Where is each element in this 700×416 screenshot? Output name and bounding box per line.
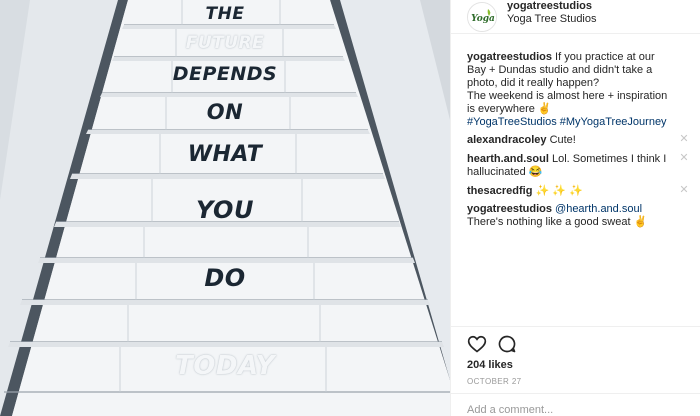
stair-text-the: THE bbox=[205, 4, 245, 24]
caption-username[interactable]: yogatreestudios bbox=[467, 51, 552, 63]
divider bbox=[451, 326, 700, 327]
caption-hashtags[interactable]: #YogaTreeStudios #MyYogaTreeJourney bbox=[467, 116, 667, 128]
comment-icon bbox=[498, 335, 516, 353]
comment-text: There's nothing like a good sweat ✌️ bbox=[467, 216, 648, 228]
header-location[interactable]: Yoga Tree Studios bbox=[507, 13, 597, 25]
comment-item: thesacredfig ✨ ✨ ✨ ✕ bbox=[467, 185, 689, 198]
comment-item: yogatreestudios @hearth.and.soul There's… bbox=[467, 203, 689, 229]
stair-text-do: DO bbox=[204, 264, 246, 292]
stair-text-depends: DEPENDS bbox=[172, 63, 278, 85]
close-icon[interactable]: ✕ bbox=[679, 185, 689, 196]
stair-text-on: ON bbox=[206, 100, 244, 124]
stair-text-today: TODAY bbox=[175, 351, 275, 381]
comment-text: Cute! bbox=[549, 134, 576, 146]
likes-count[interactable]: 204 likes bbox=[467, 359, 513, 371]
comment-username[interactable]: alexandracoley bbox=[467, 134, 547, 146]
comment-username[interactable]: thesacredfig bbox=[467, 185, 532, 197]
close-icon[interactable]: ✕ bbox=[679, 153, 689, 164]
comment-mention[interactable]: @hearth.and.soul bbox=[555, 203, 642, 215]
add-comment-input[interactable] bbox=[467, 402, 687, 416]
divider bbox=[451, 393, 700, 394]
stair-text-what: WHAT bbox=[187, 142, 263, 167]
post-caption: yogatreestudios If you practice at our B… bbox=[467, 51, 689, 129]
avatar[interactable]: Yoga bbox=[467, 2, 497, 32]
comment-item: alexandracoley Cute! ✕ bbox=[467, 134, 689, 147]
comment-item: hearth.and.soul Lol. Sometimes I think I… bbox=[467, 153, 689, 179]
heart-icon bbox=[467, 335, 487, 353]
svg-text:Yoga: Yoga bbox=[471, 14, 495, 24]
close-icon[interactable]: ✕ bbox=[679, 134, 689, 145]
comment-text: ✨ ✨ ✨ bbox=[535, 185, 583, 197]
comments-list: yogatreestudios If you practice at our B… bbox=[467, 51, 689, 229]
stair-text-you: YOU bbox=[196, 196, 254, 224]
yoga-logo-icon: Yoga bbox=[468, 3, 496, 31]
comment-username[interactable]: yogatreestudios bbox=[467, 203, 552, 215]
comment-username[interactable]: hearth.and.soul bbox=[467, 153, 549, 165]
post-image[interactable]: THE FUTURE DEPENDS ON WHAT YOU DO TODAY bbox=[0, 0, 450, 416]
like-button[interactable] bbox=[467, 334, 487, 354]
post-header: Yoga yogatreestudios Yoga Tree Studios bbox=[451, 0, 700, 46]
stair-text-future: FUTURE bbox=[185, 33, 265, 53]
post-sidebar: Yoga yogatreestudios Yoga Tree Studios y… bbox=[450, 0, 700, 416]
comment-button[interactable] bbox=[497, 334, 517, 354]
header-username[interactable]: yogatreestudios bbox=[507, 0, 592, 12]
caption-text-2: The weekend is almost here + inspiration… bbox=[467, 90, 668, 115]
divider bbox=[451, 33, 700, 34]
post-date[interactable]: OCTOBER 27 bbox=[467, 377, 522, 386]
